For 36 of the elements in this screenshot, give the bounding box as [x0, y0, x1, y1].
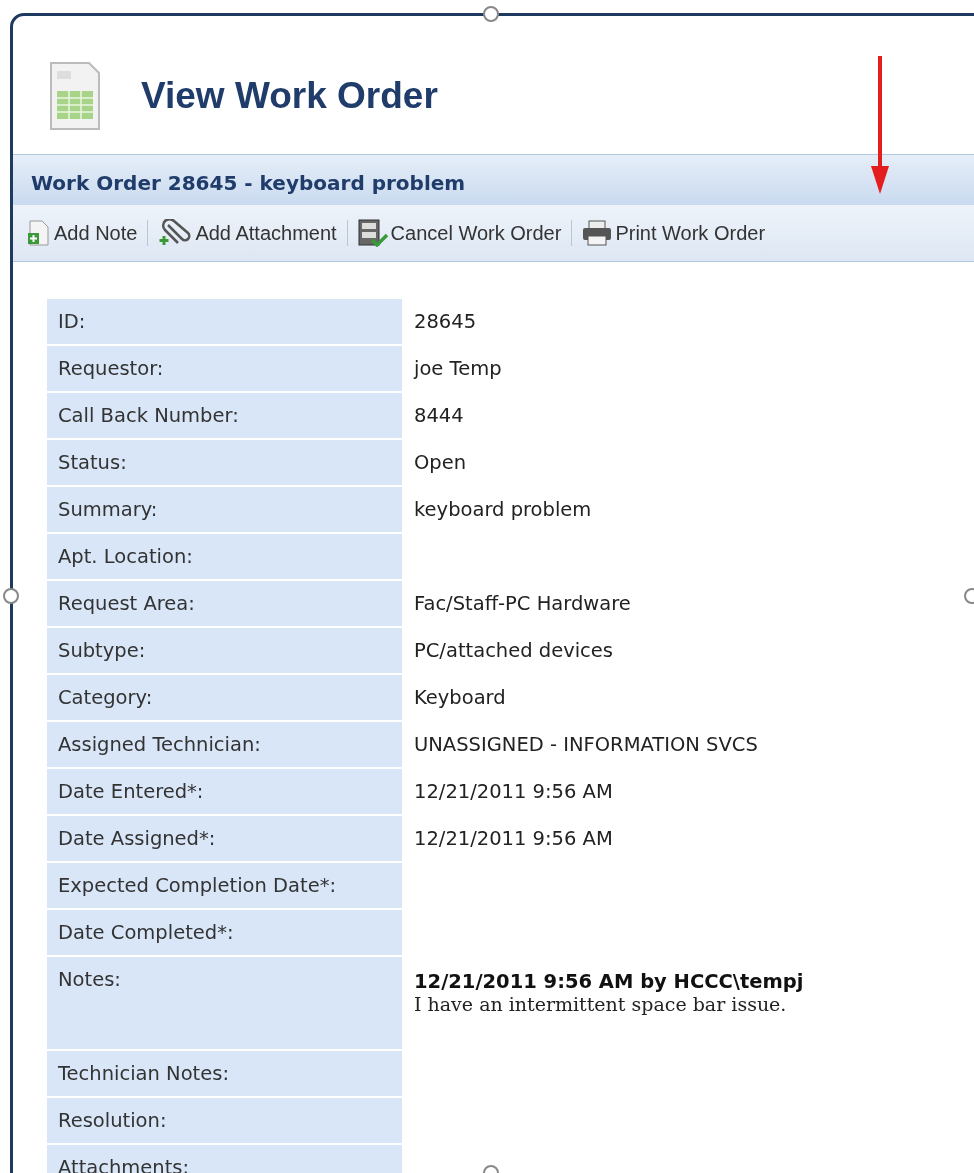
field-label: Technician Notes:: [47, 1051, 402, 1096]
field-label: Date Completed*:: [47, 910, 402, 955]
field-label: Resolution:: [47, 1098, 402, 1143]
note-button[interactable]: Add Note: [23, 218, 142, 248]
panel-title-bar: Work Order 28645 - keyboard problem: [13, 155, 974, 205]
print-button[interactable]: Print Work Order: [578, 218, 770, 248]
field-value: 12/21/2011 9:56 AM: [414, 827, 613, 850]
note-heading: 12/21/2011 9:56 AM by HCCC\tempj: [414, 970, 805, 993]
field-label: Requestor:: [47, 346, 402, 391]
field-label: Summary:: [47, 487, 402, 532]
field-label: Apt. Location:: [47, 534, 402, 579]
field-value: joe Temp: [414, 357, 502, 380]
field-label: Category:: [47, 675, 402, 720]
field-label: Status:: [47, 440, 402, 485]
field-value: UNASSIGNED - INFORMATION SVCS: [414, 733, 758, 756]
field-value: Open: [414, 451, 467, 474]
field-value: keyboard problem: [414, 498, 592, 521]
page-title: View Work Order: [141, 75, 438, 117]
field-label: Date Assigned*:: [47, 816, 402, 861]
field-label: Call Back Number:: [47, 393, 402, 438]
field-label: Request Area:: [47, 581, 402, 626]
field-value: Keyboard: [414, 686, 506, 709]
field-label: Expected Completion Date*:: [47, 863, 402, 908]
field-value: Fac/Staff-PC Hardware: [414, 592, 631, 615]
attachment-button[interactable]: Add Attachment: [154, 217, 341, 249]
field-value: PC/attached devices: [414, 639, 613, 662]
field-label: Subtype:: [47, 628, 402, 673]
field-value: 28645: [414, 310, 477, 333]
field-label: ID:: [47, 299, 402, 344]
field-label: Date Entered*:: [47, 769, 402, 814]
note-text: I have an intermittent space bar issue.: [414, 993, 788, 1015]
field-value: 12/21/2011 9:56 AM: [414, 780, 613, 803]
field-label: Assigned Technician:: [47, 722, 402, 767]
field-label: Notes:: [47, 957, 402, 1049]
cancel-button[interactable]: Cancel Work Order: [353, 217, 566, 249]
field-value: 8444: [414, 404, 464, 427]
